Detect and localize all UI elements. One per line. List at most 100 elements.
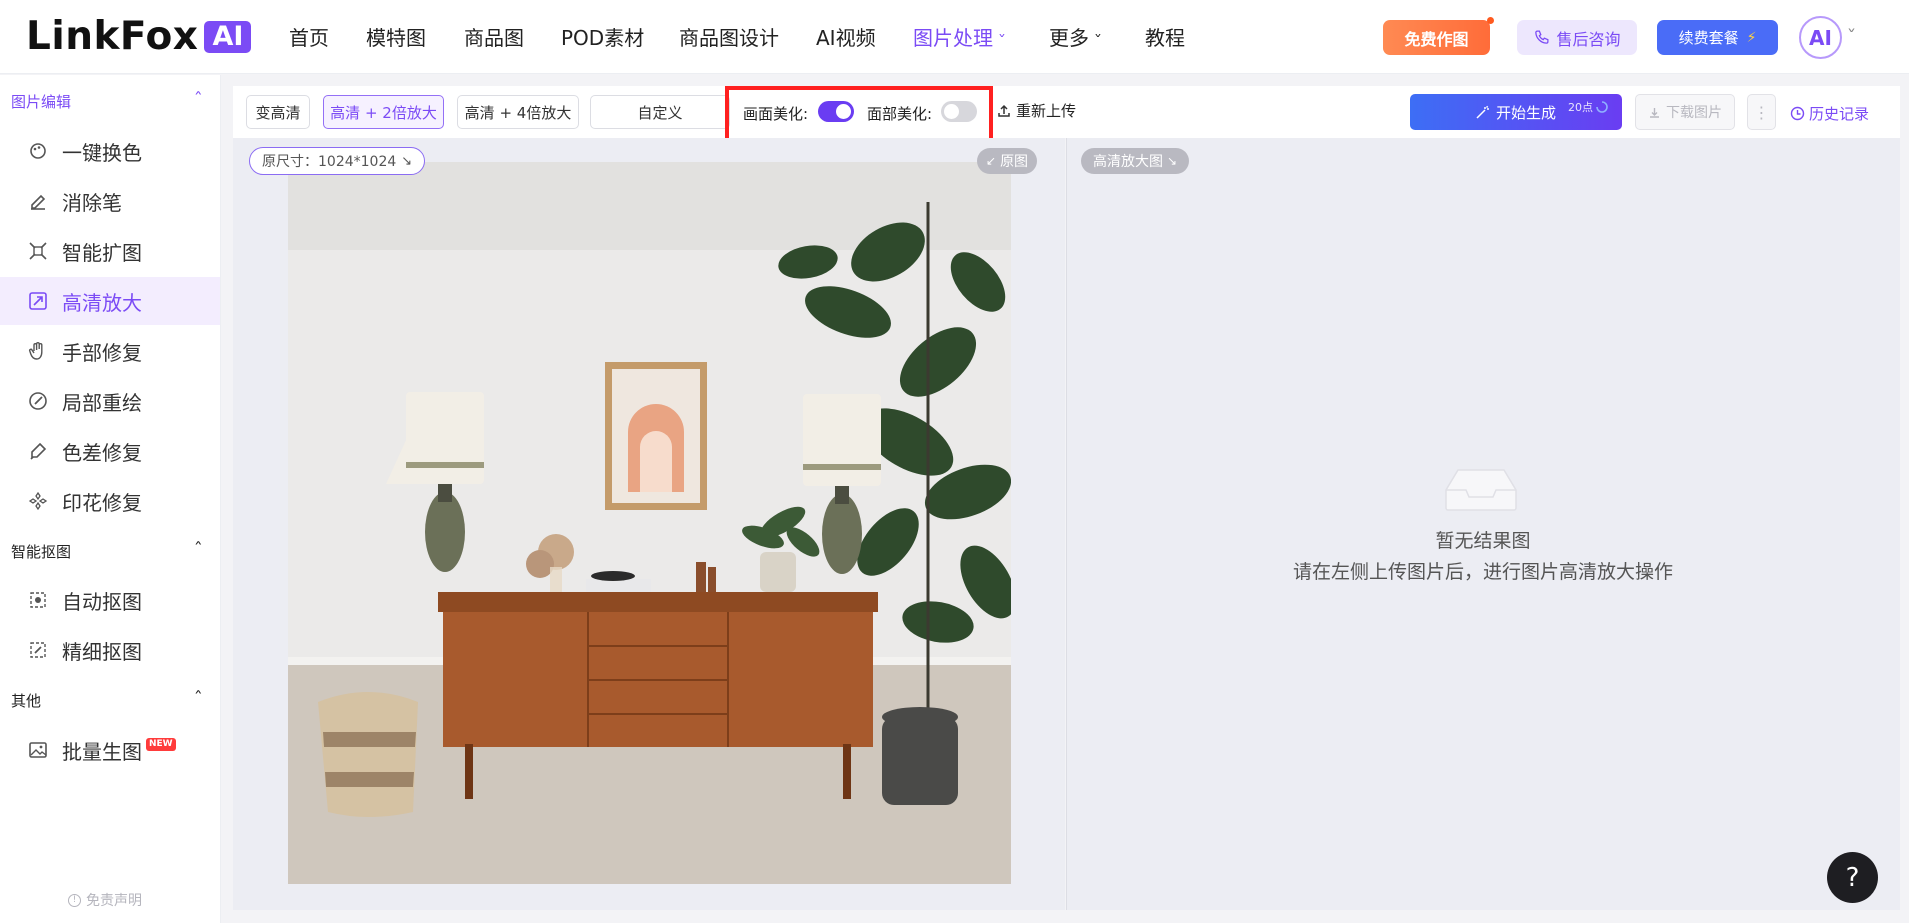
brush-icon [27,390,49,412]
cost-label: 20点 [1568,101,1594,114]
history-label: 历史记录 [1809,105,1870,123]
sidebar-item-label: 手部修复 [62,340,142,365]
chevron-down-icon[interactable]: ˅ [1847,28,1857,44]
new-badge: NEW [146,738,176,751]
sidebar-item-label: 精细抠图 [62,639,142,664]
logo-ai-badge: AI [204,21,252,53]
sidebar-item-fine-cutout[interactable]: 精细抠图 [0,626,220,674]
download-button[interactable]: 下载图片 [1635,94,1735,130]
sidebar-item-print-fix[interactable]: 印花修复 [0,477,220,525]
chevron-down-icon: ˅ [1093,32,1103,47]
reupload-label: 重新上传 [1016,102,1077,120]
nav-pod-assets[interactable]: POD素材 [561,24,644,52]
generate-button[interactable]: 开始生成 20点 [1410,94,1622,130]
arrow-down-left-icon: ↙ [986,154,997,168]
avatar[interactable]: AI [1799,16,1842,59]
reupload-button[interactable]: 重新上传 [997,100,1076,121]
after-sales-label: 售后咨询 [1556,29,1621,49]
chevron-up-icon: ˄ [193,91,203,106]
sidebar-item-auto-cutout[interactable]: 自动抠图 [0,576,220,624]
eraser-pen-icon [27,190,49,212]
auto-cutout-icon [27,589,49,611]
empty-inbox-icon [1445,469,1517,511]
top-header: LinkFox AI 首页 模特图 商品图 POD素材 商品图设计 AI视频 图… [0,0,1909,74]
chevron-up-icon: ˄ [193,690,203,705]
nav-tutorial[interactable]: 教程 [1145,24,1185,52]
sidebar-item-recolor[interactable]: 一键换色 [0,127,220,175]
source-photo [288,162,1011,884]
empty-result-description: 请在左侧上传图片后，进行图片高清放大操作 [1292,561,1673,583]
clock-icon [1790,106,1805,121]
arrow-down-right-icon: ↘ [1167,154,1178,168]
upload-icon [998,104,1010,117]
sidebar-item-color-fix[interactable]: 色差修复 [0,427,220,475]
fine-cutout-icon [27,639,49,661]
sidebar-item-inpaint[interactable]: 局部重绘 [0,377,220,425]
section-smart-cutout[interactable]: 智能抠图 ˄ [11,541,203,562]
pattern-icon [27,490,49,512]
section-other[interactable]: 其他 ˄ [11,690,203,711]
nav-model-image[interactable]: 模特图 [366,24,426,52]
sidebar-item-label: 批量生图 [62,739,142,764]
download-icon [1650,107,1659,118]
original-tag-label: 原图 [1000,154,1029,170]
more-options-button[interactable]: ⋮ [1747,94,1776,130]
nav-image-processing-label: 图片处理 [913,26,993,50]
sidebar-item-eraser[interactable]: 消除笔 [0,177,220,225]
sidebar-item-batch-generate[interactable]: 批量生图 NEW [0,726,220,774]
nav-ai-video[interactable]: AI视频 [816,24,876,52]
sidebar-item-label: 一键换色 [62,140,142,165]
history-button[interactable]: 历史记录 [1790,103,1869,124]
generate-label: 开始生成 [1496,103,1557,122]
nav-product-image[interactable]: 商品图 [464,24,524,52]
chevron-up-icon: ˄ [193,541,203,556]
sidebar-item-label: 自动抠图 [62,589,142,614]
sidebar: 图片编辑 ˄ 一键换色 消除笔 智能扩图 高清放大 手部修复 局部重绘 色差修复… [0,75,221,923]
lightning-icon: ⚡ [1746,29,1757,46]
disclaimer-link[interactable]: ! 免责声明 [68,890,142,910]
arrow-down-right-icon: ↘ [401,153,413,169]
highlight-box [725,86,993,145]
loading-icon [1596,101,1608,113]
after-sales-button[interactable]: 售后咨询 [1517,20,1637,55]
original-size-badge[interactable]: 原尺寸：1024*1024 ↘ [249,147,426,175]
result-image-panel [1066,138,1900,910]
logo[interactable]: LinkFox AI [26,17,252,57]
renew-plan-label: 续费套餐 [1678,29,1739,47]
section-image-edit[interactable]: 图片编辑 ˄ [11,91,203,112]
scrollbar[interactable] [1900,75,1909,923]
sidebar-item-label: 高清放大 [62,290,142,315]
sidebar-item-hand-fix[interactable]: 手部修复 [0,327,220,375]
nav-home[interactable]: 首页 [289,24,329,52]
empty-result-title: 暂无结果图 [1435,530,1531,552]
phone-icon [1535,30,1549,44]
sidebar-item-label: 消除笔 [62,190,122,215]
sidebar-item-label: 局部重绘 [62,390,142,415]
upscale-icon [27,290,49,312]
mode-enhance-button[interactable]: 变高清 [246,95,310,129]
sidebar-item-label: 色差修复 [62,440,142,465]
sidebar-item-label: 印花修复 [62,490,142,515]
magic-wand-icon [1476,105,1489,119]
help-button[interactable]: ? [1827,852,1878,903]
sidebar-item-expand[interactable]: 智能扩图 [0,227,220,275]
expand-icon [27,240,49,262]
mode-4x-button[interactable]: 高清 + 4倍放大 [457,95,579,129]
nav-product-design[interactable]: 商品图设计 [679,24,779,52]
mode-2x-button[interactable]: 高清 + 2倍放大 [323,95,444,129]
mode-custom-button[interactable]: 自定义 [590,95,730,129]
image-icon [27,739,49,761]
sidebar-item-upscale[interactable]: 高清放大 [0,277,220,325]
section-title: 其他 [11,692,42,710]
hand-icon [27,340,49,362]
original-size-label: 原尺寸：1024*1024 [262,154,397,170]
free-create-button[interactable]: 免费作图 [1383,17,1494,55]
upscaled-tag-label: 高清放大图 [1093,154,1163,170]
original-image-tag[interactable]: ↙ 原图 [977,148,1038,174]
upscaled-image-tag[interactable]: 高清放大图 ↘ [1081,148,1190,174]
section-title: 智能抠图 [11,543,72,561]
nav-more[interactable]: 更多 ˅ [1049,24,1103,54]
nav-image-processing[interactable]: 图片处理 ˅ [913,24,1006,54]
sidebar-item-label: 智能扩图 [62,240,142,265]
renew-plan-button[interactable]: 续费套餐 ⚡ [1657,20,1778,55]
